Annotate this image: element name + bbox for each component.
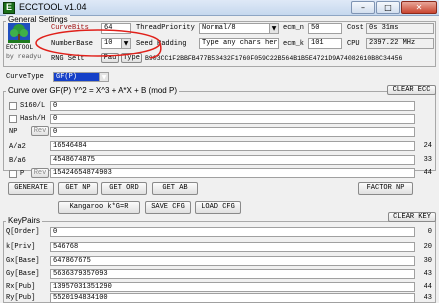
hash-input[interactable]: 0 — [50, 114, 415, 124]
load-cfg-button[interactable]: LOAD CFG — [195, 201, 241, 214]
s160-checkbox[interactable] — [9, 102, 17, 110]
curve-type-value: GF(P) — [56, 73, 78, 81]
keypair-bits: 0 — [427, 228, 432, 236]
cost-value: 0s 31ms — [366, 23, 434, 34]
p-checkbox[interactable] — [9, 170, 17, 178]
keypair-bits: 43 — [423, 294, 432, 302]
thread-priority-value: Normal/8 — [202, 24, 236, 32]
get-np-button[interactable]: GET NP — [58, 182, 98, 195]
ecm-n-input[interactable]: 50 — [308, 23, 342, 34]
keypair-bits: 44 — [423, 283, 432, 291]
chevron-down-icon: ▼ — [99, 73, 108, 81]
keypair-input[interactable]: 5636379357093 — [50, 269, 415, 279]
keypair-input[interactable]: 0 — [50, 227, 415, 237]
window-title: ECCTOOL v1.04 — [19, 2, 87, 12]
hash-label: Hash/H — [20, 115, 46, 123]
curve-type-select[interactable]: GF(P) ▼ — [53, 72, 109, 82]
p-input[interactable]: 15424654874903 — [50, 168, 415, 178]
get-ab-button[interactable]: GET AB — [152, 182, 198, 195]
s160-input[interactable]: 0 — [50, 101, 415, 111]
annotation-ellipse — [35, 29, 162, 59]
keypair-label: Ry[Pub] — [6, 294, 36, 302]
cpu-value: 2397.22 MHz — [366, 38, 434, 49]
minimize-button[interactable]: – — [351, 1, 375, 14]
keypair-bits: 43 — [423, 270, 432, 278]
chevron-down-icon: ▼ — [269, 24, 278, 33]
get-ord-button[interactable]: GET ORD — [101, 182, 147, 195]
a-bits: 24 — [423, 142, 432, 150]
keypair-input[interactable]: 647867675 — [50, 256, 415, 266]
logo-image — [8, 23, 30, 43]
clear-key-button[interactable]: CLEAR KEY — [388, 212, 436, 222]
save-cfg-button[interactable]: SAVE CFG — [145, 201, 191, 214]
clear-ecc-button[interactable]: CLEAR ECC — [387, 85, 436, 95]
keypair-label: Rx[Pub] — [6, 283, 36, 291]
a-input[interactable]: 16546484 — [50, 141, 415, 151]
rng-seed-value: B903CC1F2BBFB477B53432F1760F059C22B564B1… — [145, 55, 403, 62]
hash-checkbox[interactable] — [9, 115, 17, 123]
a-label: A/a2 — [9, 143, 26, 151]
p-rev-button[interactable]: Rev — [31, 168, 49, 178]
cost-label: Cost — [347, 24, 364, 32]
keypair-input[interactable]: 546768 — [50, 242, 415, 252]
app-icon — [3, 2, 15, 14]
logo-name: ECCTOOL — [6, 44, 34, 51]
keypair-bits: 30 — [423, 257, 432, 265]
np-input[interactable]: 0 — [50, 127, 415, 137]
maximize-button[interactable]: □ — [376, 1, 400, 14]
p-label: P — [20, 170, 25, 178]
kangaroo-button[interactable]: Kangaroo k*G=R — [58, 201, 140, 214]
keypair-bits: 20 — [423, 243, 432, 251]
close-button[interactable]: ✕ — [401, 1, 437, 14]
keypair-input[interactable]: 13957031351290 — [50, 282, 415, 292]
maximize-icon: □ — [384, 3, 392, 12]
ecm-k-input[interactable]: 101 — [308, 38, 342, 49]
factor-np-button[interactable]: FACTOR NP — [358, 182, 413, 195]
keypair-label: Gx[Base] — [6, 257, 40, 265]
keypairs-title: KeyPairs — [6, 216, 43, 225]
title-bar[interactable]: ECCTOOL v1.04 – □ ✕ — [0, 0, 439, 16]
seed-padding-input[interactable]: Type any chars here — [199, 38, 279, 49]
np-rev-button[interactable]: Rev — [31, 126, 49, 136]
close-icon: ✕ — [415, 3, 423, 12]
b-bits: 33 — [423, 156, 432, 164]
ecm-n-label: ecm_n — [283, 24, 305, 32]
b-label: B/a6 — [9, 157, 26, 165]
cpu-label: CPU — [347, 40, 360, 48]
s160-label: S160/L — [20, 102, 46, 110]
minimize-icon: – — [361, 3, 365, 12]
keypair-label: Q[Order] — [6, 228, 40, 236]
np-label: NP — [9, 128, 18, 136]
thread-priority-select[interactable]: Normal/8 ▼ — [199, 23, 279, 34]
curve-group-title: Curve over GF(P) Y^2 = X^3 + A*X + B (mo… — [6, 86, 179, 95]
curve-type-label: CurveType — [6, 73, 44, 81]
ecm-k-label: ecm_k — [283, 40, 305, 48]
generate-button[interactable]: GENERATE — [8, 182, 54, 195]
keypair-label: k[Priv] — [6, 243, 36, 251]
keypair-label: Gy[Base] — [6, 270, 40, 278]
p-bits: 44 — [423, 169, 432, 177]
keypair-input[interactable]: 5520194834100 — [50, 293, 415, 303]
b-input[interactable]: 4548674875 — [50, 155, 415, 165]
